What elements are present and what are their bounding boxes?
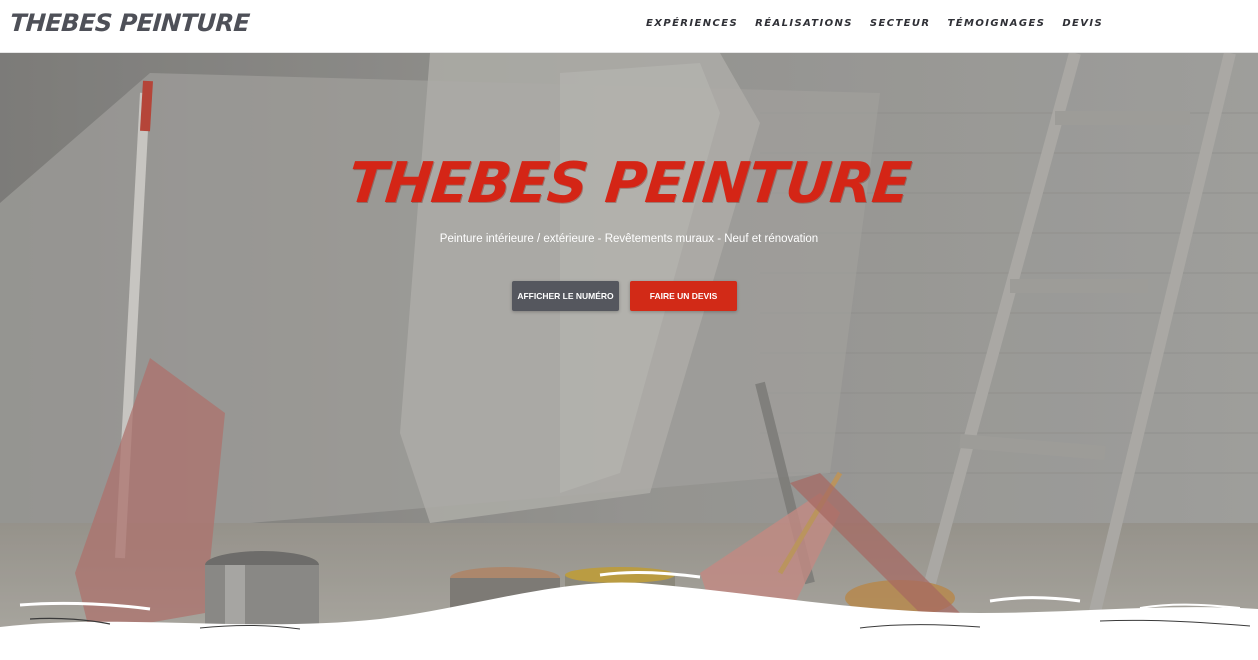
nav-temoignages[interactable]: TÉMOIGNAGES xyxy=(948,18,1046,29)
nav-realisations[interactable]: RÉALISATIONS xyxy=(755,18,853,29)
hero-section: THEBES PEINTURE Peinture intérieure / ex… xyxy=(0,53,1258,660)
nav-experiences[interactable]: EXPÉRIENCES xyxy=(646,18,738,29)
nav-secteur[interactable]: SECTEUR xyxy=(870,18,931,29)
brush-wave-divider xyxy=(0,571,1258,660)
nav-devis[interactable]: DEVIS xyxy=(1062,18,1103,29)
main-nav: EXPÉRIENCES RÉALISATIONS SECTEUR TÉMOIGN… xyxy=(646,18,1103,29)
site-header: THEBES PEINTURE EXPÉRIENCES RÉALISATIONS… xyxy=(0,0,1258,53)
site-logo[interactable]: THEBES PEINTURE xyxy=(9,9,250,37)
